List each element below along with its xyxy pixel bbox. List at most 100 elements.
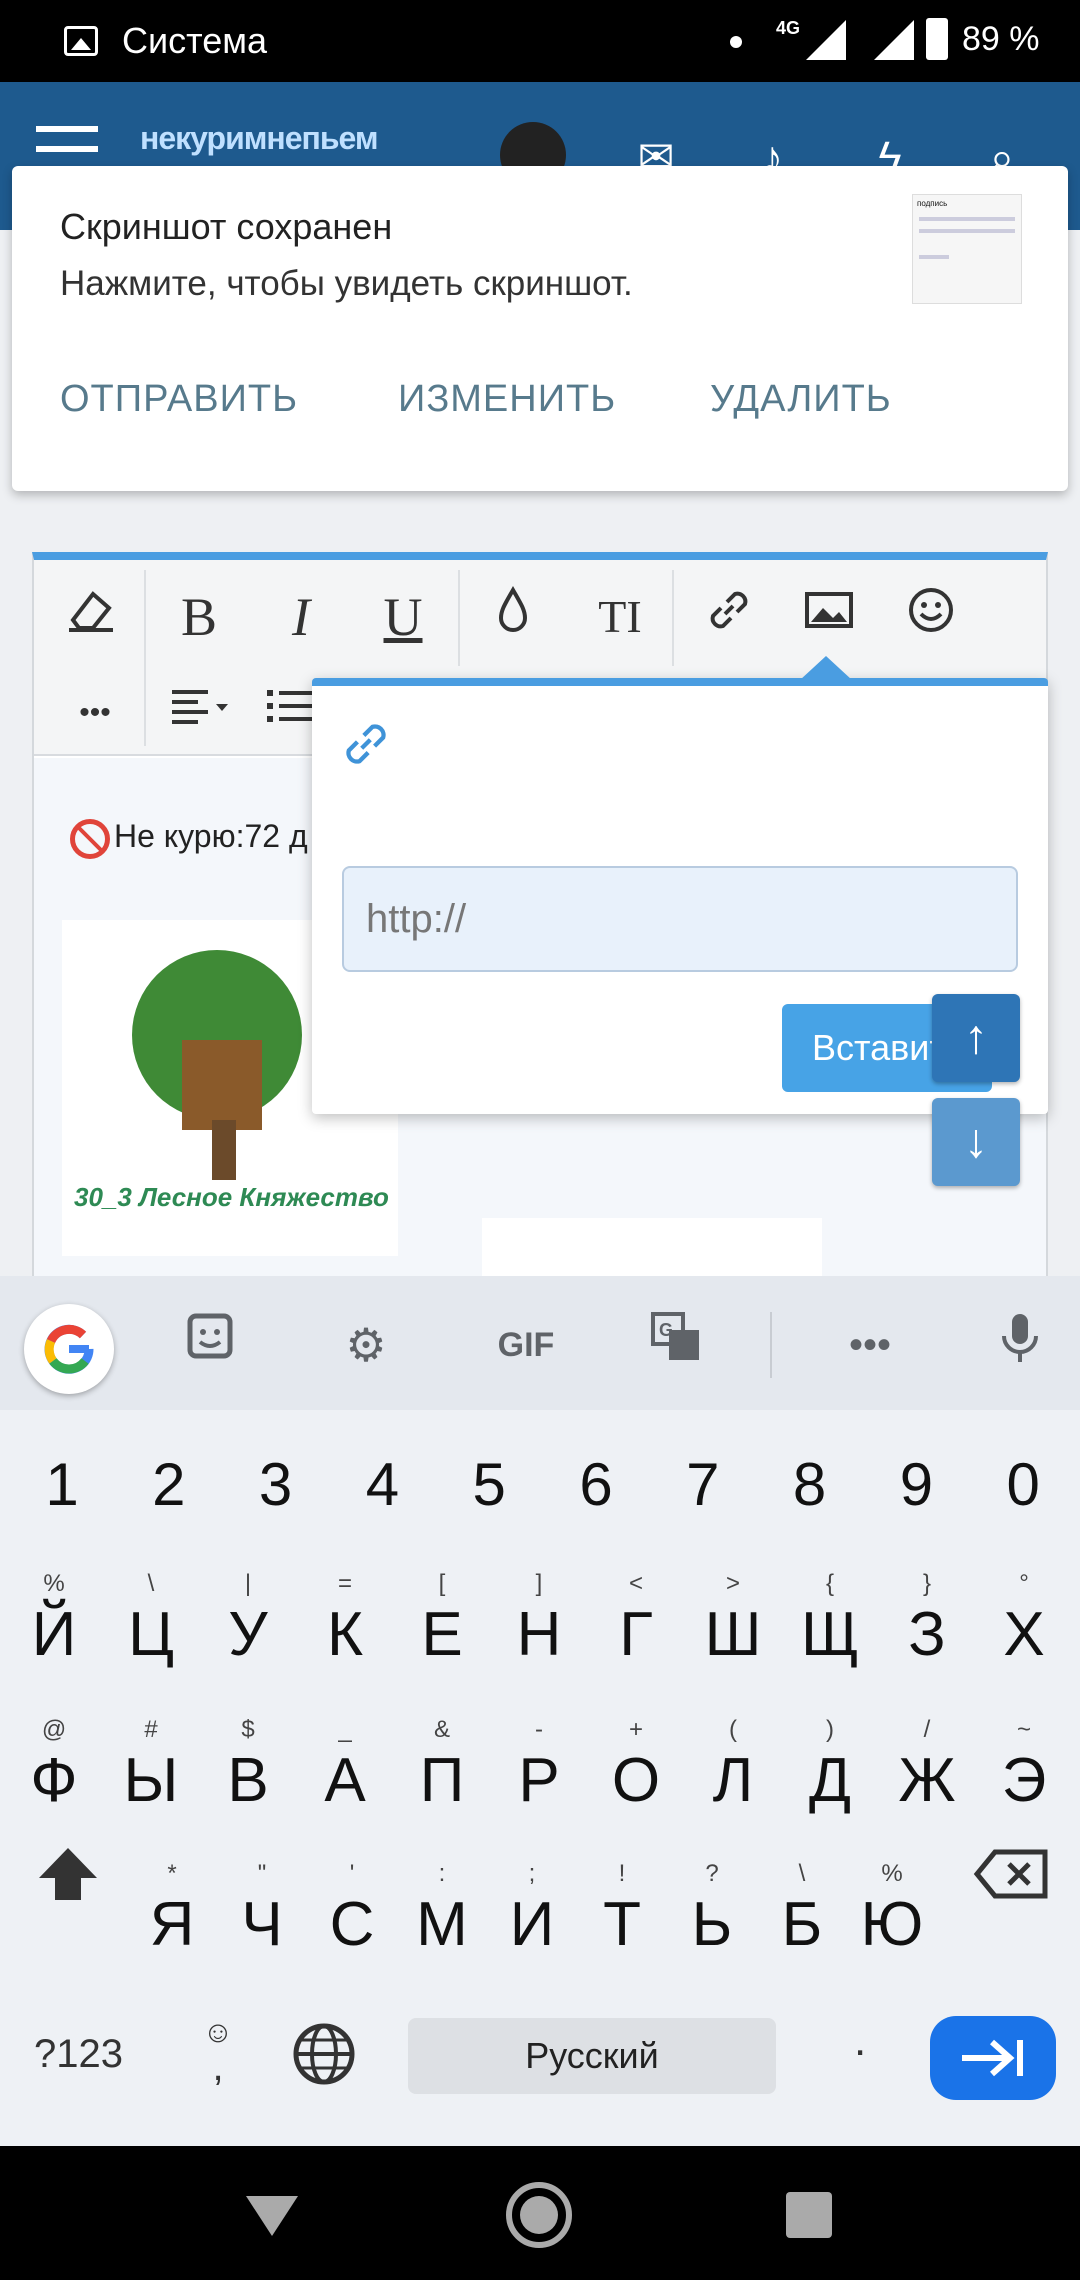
number-key[interactable]: 2 xyxy=(119,1430,219,1540)
letter-key[interactable]: # Ы xyxy=(101,1712,201,1842)
letter-key[interactable]: [Е xyxy=(392,1566,492,1696)
home-icon[interactable] xyxy=(506,2182,572,2248)
letter-key[interactable]: = К xyxy=(295,1566,395,1696)
house-illustration xyxy=(182,1040,262,1130)
key-letter: П xyxy=(419,1746,465,1815)
letter-key[interactable]: -Р xyxy=(489,1712,589,1842)
send-button[interactable]: ОТПРАВИТЬ xyxy=(60,378,298,421)
letter-key[interactable]: ° Х xyxy=(974,1566,1074,1696)
emoji-comma-key[interactable]: ☺, xyxy=(200,2016,236,2088)
number-key[interactable]: 8 xyxy=(760,1430,860,1540)
letter-key[interactable]: \ Ц xyxy=(101,1566,201,1696)
screenshot-notification[interactable]: Скриншот сохранен Нажмите, чтобы увидеть… xyxy=(12,166,1068,491)
letter-key[interactable]: " Ч xyxy=(212,1856,312,1986)
number-key[interactable]: 1 xyxy=(12,1430,112,1540)
sticker-icon[interactable] xyxy=(170,1310,250,1380)
letter-key[interactable]: ' С xyxy=(302,1856,402,1986)
screenshot-thumbnail[interactable]: подпись xyxy=(912,194,1022,304)
space-key[interactable]: Русский xyxy=(408,2018,776,2094)
delete-button[interactable]: УДАЛИТЬ xyxy=(710,378,892,421)
image-notification-icon xyxy=(64,26,98,56)
eraser-icon[interactable] xyxy=(56,582,126,652)
number-key[interactable]: 9 xyxy=(866,1430,966,1540)
popup-arrow xyxy=(800,656,852,680)
edit-button[interactable]: ИЗМЕНИТЬ xyxy=(398,378,616,421)
number-key[interactable]: 0 xyxy=(973,1430,1073,1540)
letter-key[interactable]: } З xyxy=(877,1566,977,1696)
key-letter: В xyxy=(227,1746,269,1815)
number-key[interactable]: 4 xyxy=(332,1430,432,1540)
letter-key[interactable]: (Л xyxy=(683,1712,783,1842)
back-icon[interactable] xyxy=(246,2196,298,2236)
shift-key[interactable] xyxy=(22,1820,114,1930)
underline-icon[interactable]: U xyxy=(368,582,438,652)
letter-key[interactable]: _ А xyxy=(295,1712,395,1842)
letter-key[interactable]: ] Н xyxy=(489,1566,589,1696)
align-icon[interactable] xyxy=(158,678,248,748)
scroll-down-button[interactable]: ↓ xyxy=(932,1098,1020,1186)
letter-key[interactable]: + О xyxy=(586,1712,686,1842)
numbers-key[interactable]: ?123 xyxy=(34,2032,123,2077)
letter-key[interactable]: ) Д xyxy=(780,1712,880,1842)
letter-key[interactable]: ! Т xyxy=(572,1856,672,1986)
backspace-key[interactable] xyxy=(966,1820,1058,1930)
key-hint: @ xyxy=(41,1716,67,1743)
keyboard: ⚙ GIF G ••• 1234567890 % Й \ Ц | У = К[Е] Н < Г > Ш{… xyxy=(0,1276,1080,2146)
signature-text: Не курю:72 д xyxy=(114,818,308,854)
letter-key[interactable]: ; И xyxy=(482,1856,582,1986)
gif-button[interactable]: GIF xyxy=(478,1310,574,1380)
notification-dot-icon xyxy=(730,36,742,48)
key-letter: Х xyxy=(1003,1600,1045,1669)
key-letter: Ц xyxy=(128,1600,174,1669)
more-options-icon[interactable]: ••• xyxy=(830,1310,910,1380)
notification-title: Скриншот сохранен xyxy=(60,206,393,247)
google-icon[interactable] xyxy=(24,1304,114,1394)
letter-key[interactable]: :М xyxy=(392,1856,492,1986)
color-drop-icon[interactable] xyxy=(478,582,548,652)
number-key[interactable]: 3 xyxy=(226,1430,326,1540)
letter-key[interactable]: > Ш xyxy=(683,1566,783,1696)
letter-key[interactable]: * Я xyxy=(122,1856,222,1986)
globe-icon[interactable] xyxy=(290,2020,358,2098)
key-hint: " xyxy=(257,1860,267,1887)
translate-icon[interactable]: G xyxy=(636,1310,716,1380)
thumbnail-text: подпись xyxy=(917,199,948,208)
key-letter: Н xyxy=(516,1600,562,1669)
link-icon[interactable] xyxy=(694,582,764,652)
letter-key[interactable]: {Щ xyxy=(780,1566,880,1696)
scroll-up-button[interactable]: ↑ xyxy=(932,994,1020,1082)
letter-key[interactable]: < Г xyxy=(586,1566,686,1696)
battery-icon xyxy=(926,18,948,60)
number-key[interactable]: 6 xyxy=(546,1430,646,1540)
letter-key[interactable]: | У xyxy=(198,1566,298,1696)
link-icon xyxy=(336,714,396,774)
enter-key[interactable] xyxy=(930,2016,1056,2100)
letter-key[interactable]: % Ю xyxy=(842,1856,942,1986)
image-icon[interactable] xyxy=(794,582,864,652)
number-key[interactable]: 7 xyxy=(653,1430,753,1540)
text-size-icon[interactable]: TI xyxy=(572,582,668,652)
site-logo[interactable]: некуримнепьем xyxy=(140,120,379,157)
key-hint: < xyxy=(628,1570,643,1597)
key-letter: Ч xyxy=(241,1890,283,1959)
number-key[interactable]: 5 xyxy=(439,1430,539,1540)
url-input[interactable] xyxy=(342,866,1018,972)
microphone-icon[interactable] xyxy=(980,1310,1060,1380)
period-key[interactable]: . xyxy=(854,2016,866,2066)
letter-key[interactable]: ? Ь xyxy=(662,1856,762,1986)
key-hint: > xyxy=(725,1570,740,1597)
recent-apps-icon[interactable] xyxy=(786,2192,832,2238)
letter-key[interactable]: $ В xyxy=(198,1712,298,1842)
letter-key[interactable]: % Й xyxy=(4,1566,104,1696)
bold-icon[interactable]: B xyxy=(164,582,234,652)
more-icon[interactable]: ••• xyxy=(50,678,140,748)
gear-icon[interactable]: ⚙ xyxy=(326,1310,406,1380)
letter-key[interactable]: \ Б xyxy=(752,1856,852,1986)
smiley-icon[interactable] xyxy=(896,582,966,652)
italic-icon[interactable]: I xyxy=(266,582,336,652)
toolbar-divider xyxy=(770,1312,772,1378)
svg-text:G: G xyxy=(659,1320,673,1340)
key-hint: ° xyxy=(1019,1570,1029,1597)
letter-key[interactable]: / Ж xyxy=(877,1712,977,1842)
letter-key[interactable]: & П xyxy=(392,1712,492,1842)
